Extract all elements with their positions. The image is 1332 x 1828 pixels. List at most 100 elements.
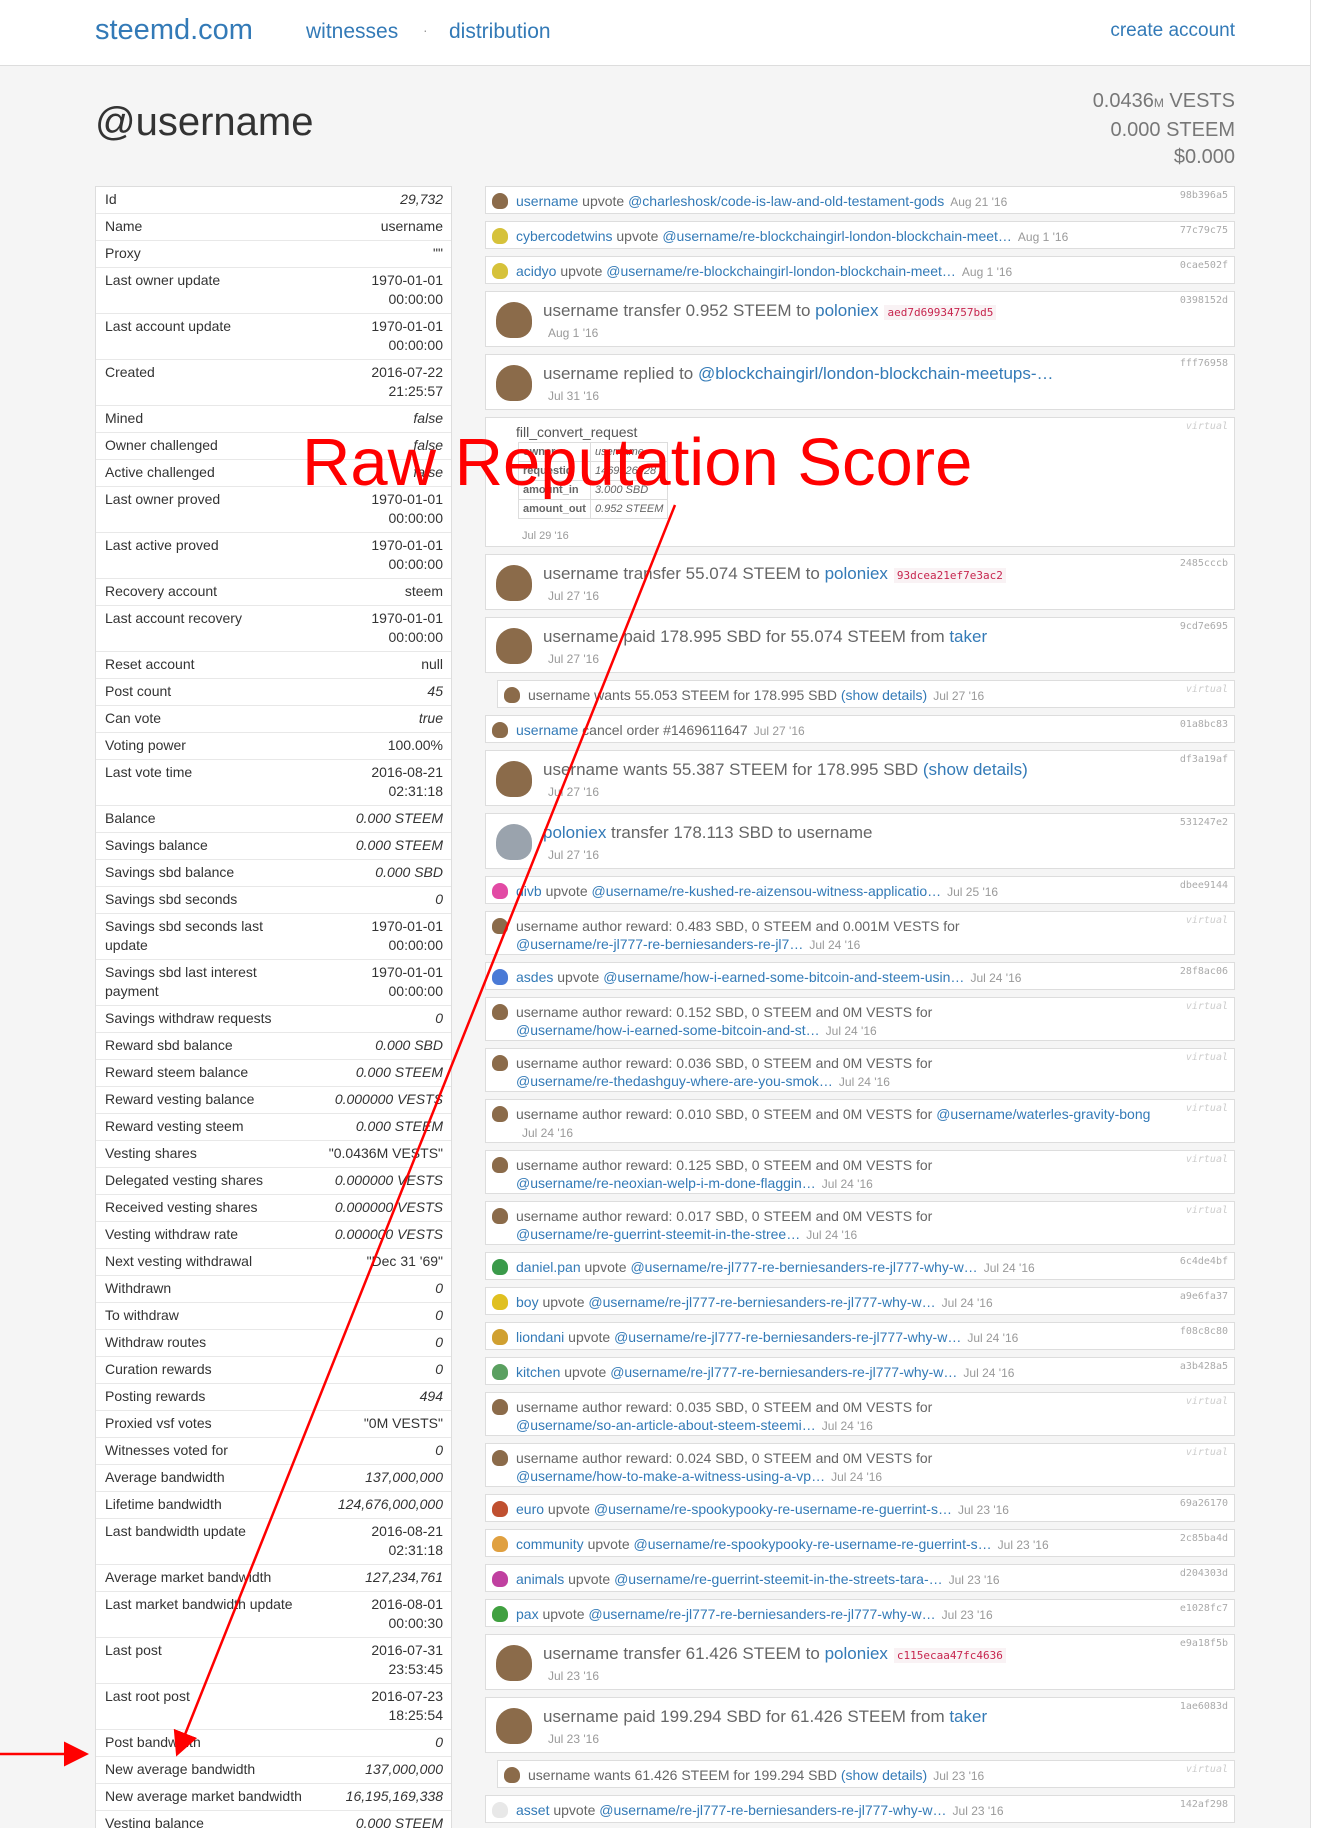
tx-hash[interactable]: f08c8c80 — [1180, 1326, 1228, 1337]
actor-link[interactable]: euro — [516, 1501, 544, 1517]
tx-hash[interactable]: 1ae6083d — [1180, 1701, 1228, 1712]
post-link[interactable]: @username/how-to-make-a-witness-using-a-… — [516, 1468, 825, 1484]
post-link[interactable]: @charleshosk/code-is-law-and-old-testame… — [628, 193, 944, 209]
target-link[interactable]: taker — [949, 1707, 987, 1726]
tx-hash[interactable]: 531247e2 — [1180, 817, 1228, 828]
actor-link[interactable]: pax — [516, 1606, 539, 1622]
property-value: 0 — [435, 1307, 443, 1323]
post-link[interactable]: @username/so-an-article-about-steem-stee… — [516, 1417, 816, 1433]
post-link[interactable]: @username/re-blockchaingirl-london-block… — [606, 263, 956, 279]
post-link[interactable]: @username/re-blockchaingirl-london-block… — [662, 228, 1012, 244]
tx-hash[interactable]: e1028fc7 — [1180, 1603, 1228, 1614]
target-link[interactable]: taker — [949, 627, 987, 646]
property-row: Curation rewards 0 — [96, 1356, 451, 1383]
actor-link[interactable]: asdes — [516, 969, 553, 985]
feed-item-text: acidyo upvote @username/re-blockchaingir… — [516, 263, 1012, 279]
nav-distribution-link[interactable]: distribution — [449, 20, 551, 44]
avatar-icon — [492, 1364, 508, 1380]
property-key: Owner challenged — [105, 437, 218, 453]
tx-hash[interactable]: d204303d — [1180, 1568, 1228, 1579]
op-date: Jul 24 '16 — [809, 938, 861, 952]
op-verb: upvote — [612, 228, 663, 244]
property-value: 0.000 STEEM — [355, 1815, 443, 1828]
tx-hash[interactable]: e9a18f5b — [1180, 1638, 1228, 1649]
tx-hash[interactable]: df3a19af — [1180, 754, 1228, 765]
tx-hash[interactable]: 2485cccb — [1180, 558, 1228, 569]
actor-link[interactable]: kitchen — [516, 1364, 560, 1380]
op-verb: upvote — [553, 969, 604, 985]
actor-link[interactable]: divb — [516, 883, 542, 899]
post-link[interactable]: @username/re-jl777-re-berniesanders-re-j… — [610, 1364, 957, 1380]
target-link[interactable]: poloniex — [825, 1644, 888, 1663]
post-link[interactable]: @username/re-jl777-re-berniesanders-re-j… — [588, 1606, 935, 1622]
property-key: Active challenged — [105, 464, 215, 480]
scrollbar[interactable] — [1310, 0, 1332, 1828]
post-link[interactable]: @username/re-jl777-re-berniesanders-re-j… — [630, 1259, 977, 1275]
feed-item: virtual username wants 55.053 STEEM for 1… — [497, 680, 1235, 708]
tx-hash[interactable]: 2c85ba4d — [1180, 1533, 1228, 1544]
property-row: Active challenged false — [96, 459, 451, 486]
op-date: Jul 23 '16 — [952, 1804, 1004, 1818]
target-link[interactable]: poloniex — [815, 301, 878, 320]
feed-item-text: daniel.pan upvote @username/re-jl777-re-… — [516, 1259, 1035, 1275]
nav-witnesses-link[interactable]: witnesses — [306, 20, 398, 44]
tx-hash[interactable]: 9cd7e695 — [1180, 621, 1228, 632]
tx-hash[interactable]: 0398152d — [1180, 295, 1228, 306]
post-link[interactable]: @username/re-neoxian-welp-i-m-done-flagg… — [516, 1175, 816, 1191]
actor-link[interactable]: daniel.pan — [516, 1259, 581, 1275]
tx-hash[interactable]: 98b396a5 — [1180, 190, 1228, 201]
op-description: username author reward: 0.010 SBD, 0 STE… — [516, 1106, 937, 1122]
tx-hash[interactable]: 28f8ac06 — [1180, 966, 1228, 977]
activity-feed: 98b396a5 username upvote @charleshosk/cod… — [485, 186, 1235, 1828]
post-link[interactable]: @username/re-jl777-re-berniesanders-re-j… — [614, 1329, 961, 1345]
tx-hash[interactable]: 0cae502f — [1180, 260, 1228, 271]
avatar-icon — [492, 969, 508, 985]
tx-hash[interactable]: a3b428a5 — [1180, 1361, 1228, 1372]
tx-hash[interactable]: 142af298 — [1180, 1799, 1228, 1810]
post-link[interactable]: @username/re-jl777-re-berniesanders-re-j… — [516, 936, 803, 952]
actor-link[interactable]: asset — [516, 1802, 549, 1818]
target-link[interactable]: (show details) — [923, 760, 1028, 779]
actor-link[interactable]: username — [516, 193, 578, 209]
target-link[interactable]: poloniex — [543, 823, 606, 842]
tx-hash[interactable]: fff76958 — [1180, 358, 1228, 369]
post-link[interactable]: @username/re-thedashguy-where-are-you-sm… — [516, 1073, 833, 1089]
tx-hash[interactable]: 6c4de4bf — [1180, 1256, 1228, 1267]
post-link[interactable]: @username/how-i-earned-some-bitcoin-and-… — [516, 1022, 820, 1038]
actor-link[interactable]: cybercodetwins — [516, 228, 613, 244]
show-details-link[interactable]: (show details) — [841, 1767, 927, 1783]
actor-link[interactable]: username — [516, 722, 578, 738]
tx-hash[interactable]: 01a8bc83 — [1180, 719, 1228, 730]
create-account-link[interactable]: create account — [1110, 20, 1235, 42]
post-link[interactable]: @username/re-spookypooky-re-username-re-… — [634, 1536, 992, 1552]
avatar-icon — [492, 193, 508, 209]
tx-hash[interactable]: 77c79c75 — [1180, 225, 1228, 236]
actor-link[interactable]: animals — [516, 1571, 564, 1587]
target-link[interactable]: poloniex — [825, 564, 888, 583]
tx-hash[interactable]: a9e6fa37 — [1180, 1291, 1228, 1302]
actor-link[interactable]: liondani — [516, 1329, 564, 1345]
post-link[interactable]: @username/re-jl777-re-berniesanders-re-j… — [588, 1294, 935, 1310]
post-link[interactable]: @username/how-i-earned-some-bitcoin-and-… — [603, 969, 964, 985]
op-verb: upvote — [556, 263, 607, 279]
show-details-link[interactable]: (show details) — [841, 687, 927, 703]
tx-hash[interactable]: 69a26170 — [1180, 1498, 1228, 1509]
post-link[interactable]: @username/re-jl777-re-berniesanders-re-j… — [599, 1802, 946, 1818]
property-value: "" — [433, 245, 443, 261]
brand-link[interactable]: steemd.com — [95, 14, 253, 47]
property-value: 0.000 STEEM — [355, 1118, 443, 1134]
post-link[interactable]: @username/re-guerrint-steemit-in-the-str… — [614, 1571, 943, 1587]
tx-hash[interactable]: dbee9144 — [1180, 880, 1228, 891]
post-link[interactable]: @username/re-kushed-re-aizensou-witness-… — [592, 883, 942, 899]
feed-item-date-line: Jul 24 '16 — [516, 1124, 573, 1140]
actor-link[interactable]: community — [516, 1536, 584, 1552]
property-key: Average market bandwidth — [105, 1569, 272, 1585]
post-link[interactable]: @username/waterles-gravity-bong — [936, 1106, 1150, 1122]
post-link[interactable]: @username/re-guerrint-steemit-in-the-str… — [516, 1226, 800, 1242]
feed-item: virtual username author reward: 0.010 SBD… — [485, 1099, 1235, 1143]
actor-link[interactable]: boy — [516, 1294, 539, 1310]
op-date: Jul 23 '16 — [941, 1608, 993, 1622]
actor-link[interactable]: acidyo — [516, 263, 556, 279]
post-link[interactable]: @username/re-spookypooky-re-username-re-… — [594, 1501, 952, 1517]
target-link[interactable]: @blockchaingirl/london-blockchain-meetup… — [698, 364, 1054, 383]
